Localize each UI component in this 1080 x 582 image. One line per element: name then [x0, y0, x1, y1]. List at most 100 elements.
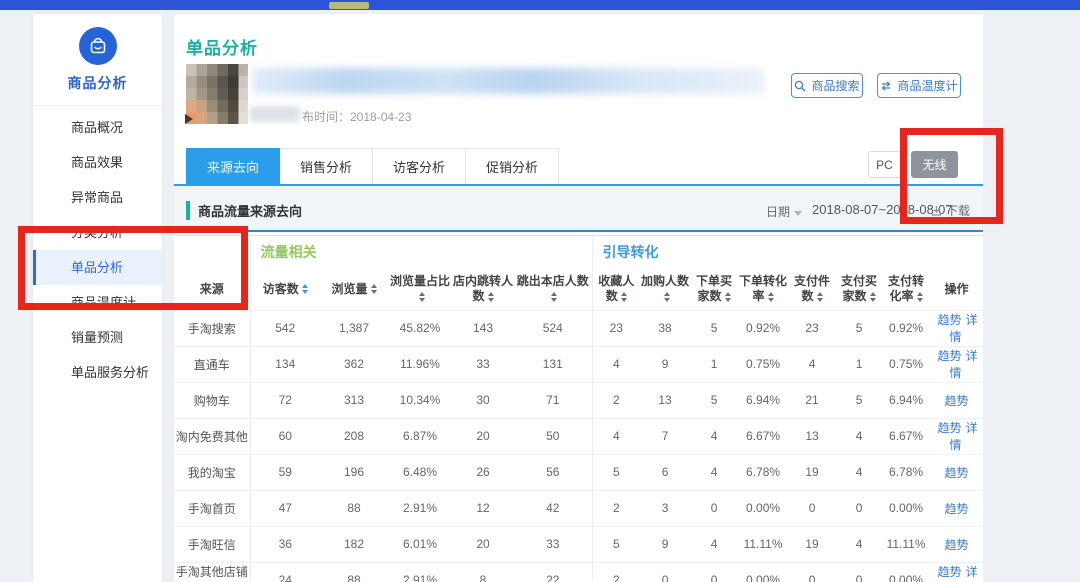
tab-item[interactable]: 促销分析: [466, 148, 559, 184]
value-cell: 11.11%: [882, 526, 930, 562]
chevron-down-icon: [794, 211, 802, 216]
table-row: 我的淘宝591966.48%26565646.78%1946.78%趋势: [174, 454, 983, 490]
tab-active[interactable]: 来源去向: [186, 148, 280, 184]
column-header: 操作: [930, 268, 983, 310]
value-cell: 26: [452, 454, 514, 490]
value-cell: 12: [452, 490, 514, 526]
value-cell: 196: [320, 454, 388, 490]
column-header[interactable]: 支付买家数: [836, 268, 882, 310]
value-cell: 24: [250, 562, 320, 582]
table-row: 购物车7231310.34%307121356.94%2156.94%趋势: [174, 382, 983, 418]
sort-icon[interactable]: [817, 292, 823, 302]
value-cell: 0.75%: [882, 346, 930, 382]
table-column-header: 来源访客数浏览量浏览量占比店内跳转人数跳出本店人数收藏人数加购人数下单买家数下单…: [174, 268, 983, 310]
sort-icon[interactable]: [768, 292, 774, 302]
value-cell: 2: [592, 490, 640, 526]
sidebar-item-link[interactable]: 单品服务分析: [33, 355, 162, 390]
sort-icon[interactable]: [870, 292, 876, 302]
value-cell: 13: [788, 418, 836, 454]
product-search-button[interactable]: 商品搜索: [791, 73, 863, 98]
value-cell: 3: [640, 490, 690, 526]
trend-link[interactable]: 趋势: [938, 421, 962, 435]
column-header[interactable]: 下单买家数: [690, 268, 738, 310]
tab-item[interactable]: 销售分析: [280, 148, 373, 184]
column-header[interactable]: 跳出本店人数: [514, 268, 592, 310]
value-cell: 20: [452, 418, 514, 454]
column-header[interactable]: 店内跳转人数: [452, 268, 514, 310]
value-cell: 0: [788, 490, 836, 526]
main-content: 单品分析 布时间：2018-04-23 商品搜索 商品温度计 PC 无线 来源去…: [174, 14, 983, 582]
sidebar-item-link[interactable]: 商品效果: [33, 145, 162, 180]
traffic-source-table: 流量相关 引导转化 来源访客数浏览量浏览量占比店内跳转人数跳出本店人数收藏人数加…: [174, 236, 983, 582]
value-cell: 88: [320, 490, 388, 526]
value-cell: 5: [592, 526, 640, 562]
value-cell: 182: [320, 526, 388, 562]
product-thermometer-button[interactable]: 商品温度计: [877, 73, 961, 98]
value-cell: 1,387: [320, 310, 388, 346]
trend-link[interactable]: 趋势: [945, 502, 969, 516]
sort-icon[interactable]: [664, 292, 670, 302]
sidebar-logo: 商品分析: [33, 14, 162, 93]
value-cell: 0: [788, 562, 836, 582]
value-cell: 0.00%: [882, 490, 930, 526]
sort-icon[interactable]: [419, 292, 425, 302]
table-row: 手淘搜索5421,38745.82%143524233850.92%2350.9…: [174, 310, 983, 346]
value-cell: 38: [640, 310, 690, 346]
column-header[interactable]: 访客数: [250, 268, 320, 310]
sort-icon[interactable]: [302, 284, 308, 294]
tab-item[interactable]: 访客分析: [373, 148, 466, 184]
value-cell: 0.00%: [882, 562, 930, 582]
sort-icon[interactable]: [621, 292, 627, 302]
trend-link[interactable]: 趋势: [938, 565, 962, 579]
value-cell: 21: [788, 382, 836, 418]
trend-link[interactable]: 趋势: [945, 466, 969, 480]
tab-bar: 来源去向销售分析访客分析促销分析: [186, 148, 559, 184]
table-group-header: 流量相关 引导转化: [174, 236, 983, 268]
trend-link[interactable]: 趋势: [945, 394, 969, 408]
value-cell: 36: [250, 526, 320, 562]
value-cell: 6.94%: [882, 382, 930, 418]
sort-icon[interactable]: [725, 292, 731, 302]
value-cell: 4: [592, 346, 640, 382]
value-cell: 6.67%: [882, 418, 930, 454]
column-header[interactable]: 下单转化率: [738, 268, 788, 310]
toggle-pc[interactable]: PC: [868, 151, 901, 178]
column-header[interactable]: 收藏人数: [592, 268, 640, 310]
value-cell: 6.78%: [738, 454, 788, 490]
sort-icon[interactable]: [371, 284, 377, 294]
value-cell: 0: [690, 490, 738, 526]
sort-icon[interactable]: [917, 292, 923, 302]
date-dropdown[interactable]: 日期: [766, 203, 802, 220]
blurred-text-patch: [250, 106, 300, 122]
value-cell: 542: [250, 310, 320, 346]
sort-icon[interactable]: [551, 292, 557, 302]
value-cell: 6.01%: [388, 526, 452, 562]
section-toolbar: 商品流量来源去向 日期 2018-08-07~2018-08-07 下载: [174, 186, 983, 232]
column-header[interactable]: 浏览量占比: [388, 268, 452, 310]
value-cell: 1: [690, 346, 738, 382]
product-title-blurred: [252, 68, 764, 94]
sidebar-item-link[interactable]: 销量预测: [33, 320, 162, 355]
trend-link[interactable]: 趋势: [938, 349, 962, 363]
value-cell: 5: [592, 454, 640, 490]
play-icon: [185, 114, 193, 124]
source-cell: 淘内免费其他: [174, 418, 250, 454]
sidebar-item-link[interactable]: 商品概况: [33, 110, 162, 145]
trend-link[interactable]: 趋势: [938, 313, 962, 327]
column-header[interactable]: 支付件数: [788, 268, 836, 310]
group-traffic: 流量相关: [250, 236, 592, 268]
value-cell: 134: [250, 346, 320, 382]
sort-icon[interactable]: [488, 292, 494, 302]
actions-cell: 趋势: [930, 490, 983, 526]
column-header[interactable]: 加购人数: [640, 268, 690, 310]
search-icon: [794, 80, 806, 92]
annotation-box-wireless: [900, 128, 1003, 224]
value-cell: 4: [788, 346, 836, 382]
column-header[interactable]: 支付转化率: [882, 268, 930, 310]
value-cell: 20: [452, 526, 514, 562]
value-cell: 6.87%: [388, 418, 452, 454]
sidebar-item-link[interactable]: 异常商品: [33, 180, 162, 215]
trend-link[interactable]: 趋势: [945, 538, 969, 552]
value-cell: 72: [250, 382, 320, 418]
column-header[interactable]: 浏览量: [320, 268, 388, 310]
